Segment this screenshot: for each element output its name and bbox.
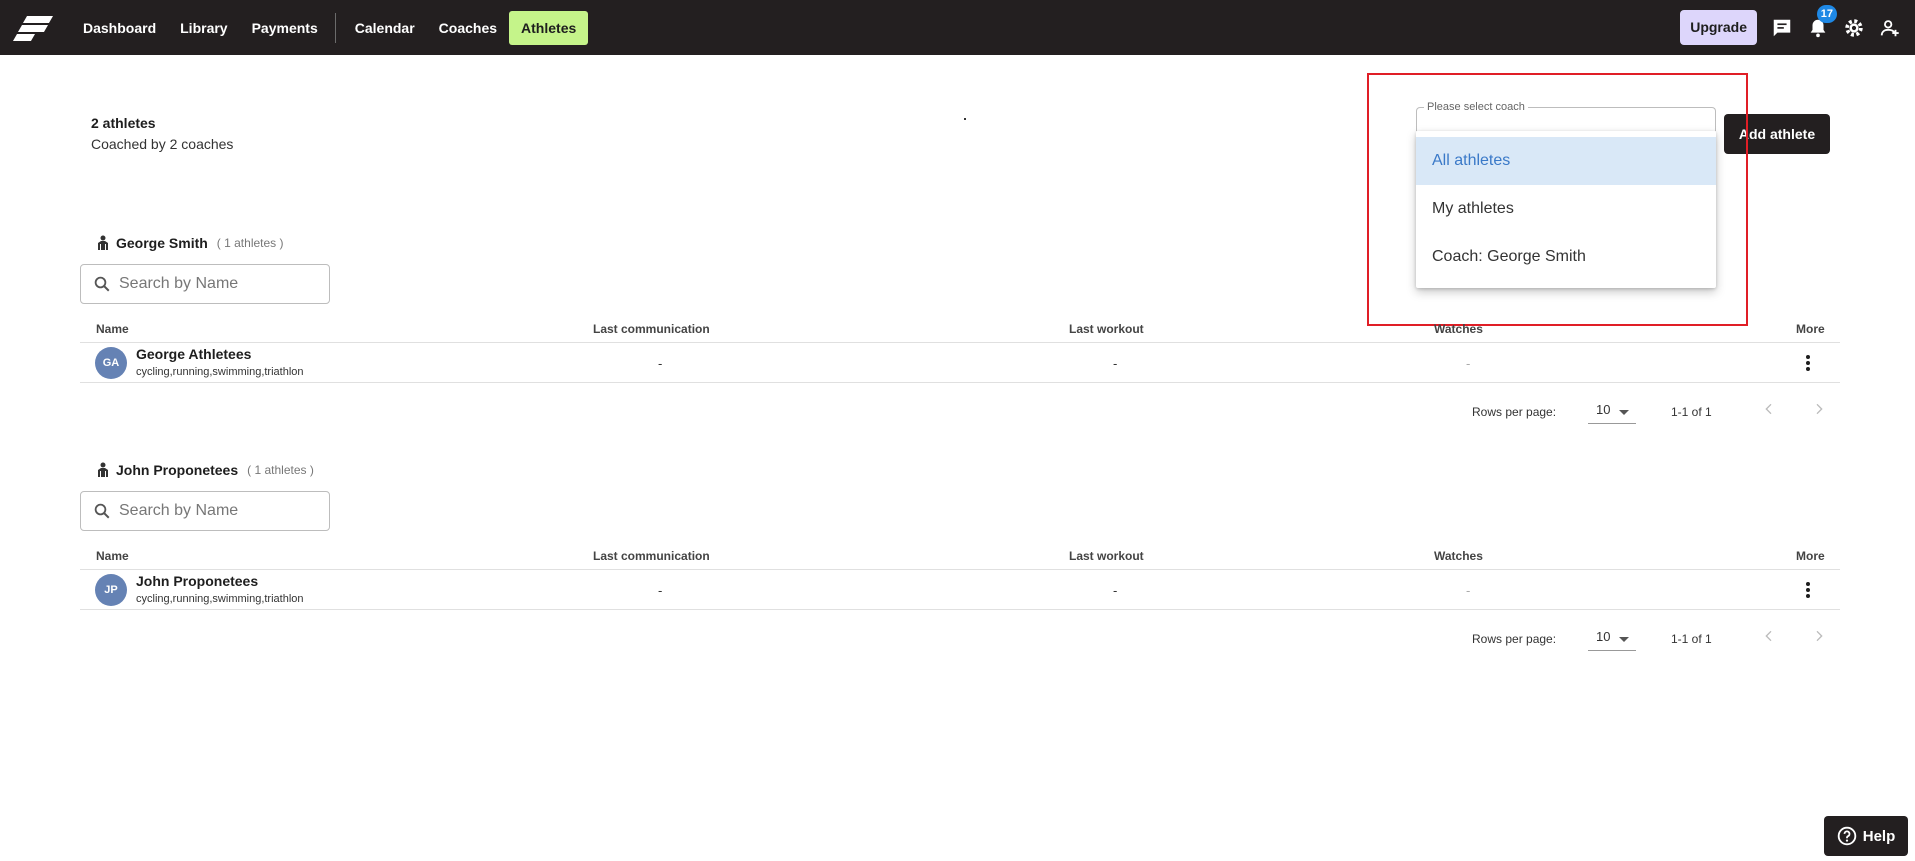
chevron-right-icon[interactable] [1811, 401, 1827, 417]
chevron-right-icon[interactable] [1811, 628, 1827, 644]
nav-dashboard[interactable]: Dashboard [71, 11, 168, 45]
help-label: Help [1862, 827, 1896, 845]
athlete-name[interactable]: George Athletees [136, 346, 251, 362]
coach-group-john-proponetees: John Proponetees ( 1 athletes ) Name Las… [80, 459, 1840, 668]
table-header: Name Last communication Last workout Wat… [80, 312, 1840, 343]
help-button[interactable]: Help [1824, 816, 1908, 856]
top-right-actions: Upgrade 17 [1680, 0, 1915, 55]
help-icon [1837, 826, 1856, 846]
caret-down-icon[interactable] [1619, 637, 1629, 642]
search-field[interactable] [80, 491, 330, 531]
watches-value: - [1466, 583, 1471, 598]
athlete-name[interactable]: John Proponetees [136, 573, 258, 589]
stray-dot [964, 118, 966, 120]
search-icon [94, 503, 110, 519]
table-row[interactable]: JP John Proponetees cycling,running,swim… [80, 570, 1840, 610]
col-watches[interactable]: Watches [1434, 322, 1483, 336]
nav-coaches[interactable]: Coaches [427, 11, 509, 45]
group-coach-name: John Proponetees [116, 462, 239, 478]
coach-group-george-smith: George Smith ( 1 athletes ) Name Last co… [80, 232, 1840, 441]
search-icon [94, 276, 110, 292]
nav-payments[interactable]: Payments [240, 11, 330, 45]
rows-per-page-label: Rows per page: [1472, 632, 1557, 646]
last-workout-value: - [1113, 356, 1118, 371]
athlete-count: 2 athletes [91, 115, 156, 131]
coached-by-text: Coached by 2 coaches [91, 136, 234, 152]
nav-library[interactable]: Library [168, 11, 239, 45]
coach-icon [98, 235, 108, 250]
avatar: GA [95, 347, 127, 379]
page-range: 1-1 of 1 [1671, 405, 1712, 419]
pagination: Rows per page: 10 1-1 of 1 [80, 610, 1840, 668]
search-input[interactable] [119, 502, 319, 520]
upgrade-button[interactable]: Upgrade [1680, 10, 1757, 45]
search-field[interactable] [80, 264, 330, 304]
chevron-left-icon[interactable] [1761, 628, 1777, 644]
group-header: George Smith ( 1 athletes ) [96, 232, 1840, 254]
col-name[interactable]: Name [96, 549, 129, 563]
nav-athletes[interactable]: Athletes [509, 10, 589, 45]
page-range: 1-1 of 1 [1671, 632, 1712, 646]
athlete-sports: cycling,running,swimming,triathlon [136, 366, 304, 378]
coach-icon [98, 462, 108, 477]
group-athlete-count: ( 1 athletes ) [216, 236, 284, 250]
col-last-communication[interactable]: Last communication [593, 549, 710, 563]
athlete-sports: cycling,running,swimming,triathlon [136, 593, 304, 605]
bell-icon[interactable]: 17 [1807, 4, 1837, 39]
group-athlete-count: ( 1 athletes ) [247, 463, 314, 477]
group-coach-name: George Smith [116, 235, 208, 251]
chevron-left-icon[interactable] [1761, 401, 1777, 417]
col-more: More [1796, 322, 1825, 336]
nav-divider [334, 12, 336, 43]
more-options-icon[interactable] [1798, 353, 1818, 373]
more-options-icon[interactable] [1798, 580, 1818, 600]
rows-per-page-label: Rows per page: [1472, 405, 1557, 419]
search-input[interactable] [119, 275, 319, 293]
main-nav: Dashboard Library Payments Calendar Coac… [71, 0, 589, 55]
avatar: JP [95, 574, 127, 606]
last-workout-value: - [1113, 583, 1118, 598]
col-last-workout[interactable]: Last workout [1069, 322, 1144, 336]
group-header: John Proponetees ( 1 athletes ) [96, 459, 1840, 481]
col-last-communication[interactable]: Last communication [593, 322, 710, 336]
add-user-icon[interactable] [1879, 17, 1901, 39]
logo-icon[interactable] [12, 14, 54, 42]
table-header: Name Last communication Last workout Wat… [80, 539, 1840, 570]
watches-value: - [1466, 356, 1471, 371]
nav-calendar[interactable]: Calendar [343, 11, 427, 45]
chat-icon[interactable] [1771, 17, 1793, 39]
col-last-workout[interactable]: Last workout [1069, 549, 1144, 563]
col-more: More [1796, 549, 1825, 563]
top-navigation-bar: Dashboard Library Payments Calendar Coac… [0, 0, 1915, 55]
table-row[interactable]: GA George Athletees cycling,running,swim… [80, 343, 1840, 383]
notification-badge: 17 [1816, 4, 1837, 23]
last-communication-value: - [658, 356, 663, 371]
last-communication-value: - [658, 583, 663, 598]
col-watches[interactable]: Watches [1434, 549, 1483, 563]
col-name[interactable]: Name [96, 322, 129, 336]
pagination: Rows per page: 10 1-1 of 1 [80, 383, 1840, 441]
gear-icon[interactable] [1843, 17, 1865, 39]
caret-down-icon[interactable] [1619, 410, 1629, 415]
